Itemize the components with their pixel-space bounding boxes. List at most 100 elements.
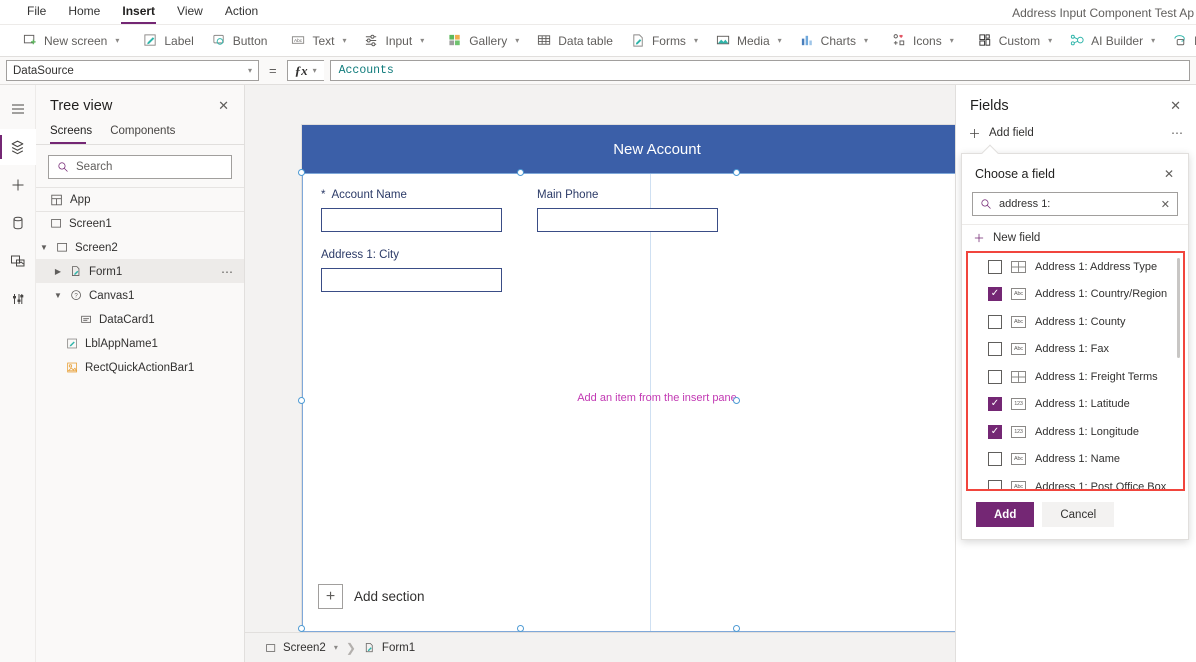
rail-data[interactable] <box>0 205 36 241</box>
close-icon[interactable]: ✕ <box>1161 165 1177 183</box>
field-checkbox[interactable] <box>988 369 1002 384</box>
fx-button[interactable]: ƒx ▾ <box>286 60 324 81</box>
ribbon-button-label: Button <box>232 33 268 48</box>
field-row-county[interactable]: Abc Address 1: County <box>968 308 1183 336</box>
new-screen-icon <box>23 34 36 45</box>
field-checkbox[interactable]: ✓ <box>988 424 1002 439</box>
field-search-input[interactable]: address 1: ✕ <box>972 192 1178 216</box>
selection-handle-bottom-left[interactable] <box>298 625 305 632</box>
field-checkbox[interactable] <box>988 259 1002 274</box>
tree-item-datacard1[interactable]: DataCard1 <box>36 307 244 331</box>
quick-action-bar[interactable]: New Account <box>302 125 955 173</box>
field-account-name[interactable]: * Account Name <box>321 189 502 232</box>
ribbon-ai-builder[interactable]: AI Builder ▾ <box>1061 28 1164 54</box>
ribbon-button[interactable]: Button <box>203 28 277 54</box>
selection-handle-bottom-right[interactable] <box>733 625 740 632</box>
field-input-main-phone[interactable] <box>537 208 718 232</box>
rail-insert[interactable] <box>0 167 36 203</box>
breadcrumb-form1[interactable]: Form1 <box>358 639 421 657</box>
tree-search-input[interactable]: Search <box>48 155 232 179</box>
tree-item-label: RectQuickActionBar1 <box>85 361 195 374</box>
tree-item-canvas1[interactable]: ▼ ? Canvas1 <box>36 283 244 307</box>
ribbon-forms[interactable]: Forms ▾ <box>622 28 707 54</box>
selection-handle-middle-right[interactable] <box>733 397 740 404</box>
ribbon-input[interactable]: Input ▾ <box>355 28 433 54</box>
selection-handle-middle-left[interactable] <box>298 397 305 404</box>
tab-screens[interactable]: Screens <box>50 122 98 144</box>
property-select[interactable]: DataSource ▾ <box>6 60 259 81</box>
menu-tab-insert[interactable]: Insert <box>111 1 166 24</box>
ribbon-text[interactable]: Abc Text ▾ <box>282 28 355 54</box>
field-checkbox[interactable] <box>988 452 1002 467</box>
ribbon-charts[interactable]: Charts ▾ <box>791 28 877 54</box>
field-row-fax[interactable]: Abc Address 1: Fax <box>968 336 1183 364</box>
field-input-address-1-city[interactable] <box>321 268 502 292</box>
selection-handle-top-left[interactable] <box>298 169 305 176</box>
rail-media[interactable] <box>0 243 36 279</box>
ribbon-icons[interactable]: Icons ▾ <box>883 28 963 54</box>
cancel-button[interactable]: Cancel <box>1042 502 1115 527</box>
field-list-scrollbar[interactable] <box>1177 258 1180 358</box>
form-region[interactable]: * Account Name Main Phone Address 1: City <box>302 173 955 632</box>
tab-components[interactable]: Components <box>110 122 181 144</box>
ribbon-gallery[interactable]: Gallery ▾ <box>439 28 528 54</box>
field-address-1-city[interactable]: Address 1: City <box>321 249 502 292</box>
field-checkbox[interactable] <box>988 314 1002 329</box>
add-button[interactable]: Add <box>976 502 1035 527</box>
tree-item-app[interactable]: App <box>36 187 244 211</box>
field-row-address-type[interactable]: Address 1: Address Type <box>968 253 1183 281</box>
ribbon-mixed-reality[interactable]: Mixed Reality ▾ <box>1164 28 1196 54</box>
chevron-down-icon[interactable]: ▾ <box>334 643 338 652</box>
add-field-button[interactable]: Add field ⋯ <box>956 114 1196 150</box>
new-field-button[interactable]: New field <box>962 224 1188 251</box>
close-icon[interactable]: ✕ <box>215 97 232 114</box>
more-options-icon[interactable]: ⋯ <box>1171 126 1184 140</box>
add-section-button[interactable]: + Add section <box>318 584 425 609</box>
selection-handle-top-center[interactable] <box>517 169 524 176</box>
field-row-latitude[interactable]: ✓ 123 Address 1: Latitude <box>968 391 1183 419</box>
menu-tab-view[interactable]: View <box>166 1 214 23</box>
ribbon-custom[interactable]: Custom ▾ <box>969 28 1061 54</box>
close-icon[interactable]: ✕ <box>1167 97 1184 114</box>
chevron-down-icon[interactable]: ▼ <box>52 291 64 300</box>
field-row-name[interactable]: Abc Address 1: Name <box>968 446 1183 474</box>
ribbon-new-screen[interactable]: New screen ▾ <box>14 28 128 54</box>
tree-item-screen2[interactable]: ▼ Screen2 <box>36 235 244 259</box>
field-row-post-office-box[interactable]: Abc Address 1: Post Office Box <box>968 473 1183 489</box>
ribbon-data-table[interactable]: Data table <box>528 28 622 54</box>
icons-icon <box>893 34 905 46</box>
fields-pane-header: Fields ✕ <box>956 85 1196 114</box>
field-input-account-name[interactable] <box>321 208 502 232</box>
clear-search-icon[interactable]: ✕ <box>1161 198 1170 211</box>
tree-item-screen1[interactable]: Screen1 <box>36 211 244 235</box>
tree-view-search-wrap: Search <box>36 145 244 187</box>
field-row-longitude[interactable]: ✓ 123 Address 1: Longitude <box>968 418 1183 446</box>
tree-item-form1[interactable]: ▶ Form1 ⋯ <box>36 259 244 283</box>
ribbon-media[interactable]: Media ▾ <box>707 28 791 54</box>
breadcrumb-screen2[interactable]: Screen2 ▾ <box>259 639 344 657</box>
field-row-country-region[interactable]: ✓ Abc Address 1: Country/Region <box>968 281 1183 309</box>
app-canvas[interactable]: New Account * Account Name Main Phone Ad… <box>298 125 955 632</box>
formula-input[interactable]: Accounts <box>329 60 1190 81</box>
chevron-right-icon[interactable]: ▶ <box>52 267 64 276</box>
menu-tab-file[interactable]: File <box>16 1 57 23</box>
field-main-phone[interactable]: Main Phone <box>537 189 718 232</box>
field-checkbox[interactable]: ✓ <box>988 397 1002 412</box>
field-checkbox[interactable] <box>988 342 1002 357</box>
rail-hamburger-menu[interactable] <box>0 91 36 127</box>
field-row-freight-terms[interactable]: Address 1: Freight Terms <box>968 363 1183 391</box>
rail-tree-view[interactable] <box>0 129 36 165</box>
field-checkbox[interactable] <box>988 479 1002 489</box>
selection-handle-top-right[interactable] <box>733 169 740 176</box>
chevron-down-icon[interactable]: ▼ <box>38 243 50 252</box>
menu-tab-action[interactable]: Action <box>214 1 269 23</box>
field-checkbox[interactable]: ✓ <box>988 287 1002 302</box>
menu-tab-home[interactable]: Home <box>57 1 111 23</box>
selection-handle-bottom-center[interactable] <box>517 625 524 632</box>
more-options-icon[interactable]: ⋯ <box>221 265 234 279</box>
tree-item-lblappname1[interactable]: LblAppName1 <box>36 331 244 355</box>
rail-advanced-tools[interactable] <box>0 281 36 317</box>
ribbon-label[interactable]: Label <box>134 28 202 54</box>
ribbon-ai-builder-label: AI Builder <box>1091 33 1144 48</box>
tree-item-rectquickactionbar1[interactable]: RectQuickActionBar1 <box>36 355 244 379</box>
